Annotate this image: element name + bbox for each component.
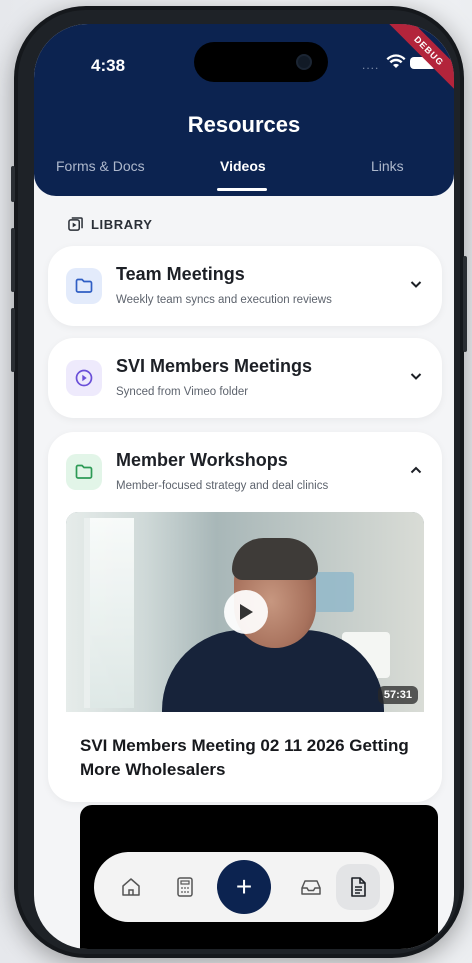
chevron-down-icon[interactable] [408,276,424,292]
folder-card-member-workshops[interactable]: Member Workshops Member-focused strategy… [48,432,442,802]
folder-card-team-meetings[interactable]: Team Meetings Weekly team syncs and exec… [48,246,442,326]
play-icon [240,604,253,620]
window-blinds [84,518,134,708]
document-icon[interactable] [347,876,369,898]
mute-switch [11,166,15,202]
app-header: 4:38 .... DEBUG Resources Forms & Docs V… [34,24,454,196]
dynamic-island [194,42,328,82]
folder-card-svi-members-meetings[interactable]: SVI Members Meetings Synced from Vimeo f… [48,338,442,418]
tab-videos[interactable]: Videos [220,158,266,174]
tab-forms-docs[interactable]: Forms & Docs [56,158,145,174]
phone-frame: 4:38 .... DEBUG Resources Forms & Docs V… [11,6,467,958]
bottom-nav-bar: + [94,852,394,922]
folder-subtitle: Synced from Vimeo folder [116,386,249,398]
folder-subtitle: Weekly team syncs and execution reviews [116,294,332,306]
add-icon: + [235,871,253,902]
play-circle-icon [66,360,102,396]
video-thumbnail[interactable]: 57:31 [66,512,424,712]
folder-title: Team Meetings [116,264,245,284]
power-button [463,256,467,352]
play-button[interactable] [224,590,268,634]
folder-icon [66,268,102,304]
page-title: Resources [187,112,301,137]
home-icon[interactable] [120,876,142,898]
status-time: 4:38 [91,56,126,75]
video-title: SVI Members Meeting 02 11 2026 Getting M… [80,736,409,779]
video-library-icon [68,217,83,231]
app-screen: 4:38 .... DEBUG Resources Forms & Docs V… [34,24,454,949]
library-label-text: LIBRARY [91,217,153,232]
active-tab-indicator [217,188,267,191]
inbox-icon[interactable] [300,876,322,898]
folder-icon [66,454,102,490]
chevron-up-icon[interactable] [408,462,424,478]
chevron-down-icon[interactable] [408,368,424,384]
video-duration: 57:31 [377,686,418,704]
folder-subtitle: Member-focused strategy and deal clinics [116,480,329,492]
wifi-icon [386,54,406,68]
video-card-info[interactable]: SVI Members Meeting 02 11 2026 Getting M… [66,712,424,788]
signal-icon: .... [362,58,380,72]
calculator-icon[interactable] [174,876,196,898]
tab-links[interactable]: Links [371,158,404,174]
volume-up-button [11,228,15,292]
volume-down-button [11,308,15,372]
add-button[interactable]: + [217,860,271,914]
folder-title: Member Workshops [116,450,288,470]
library-section-label: LIBRARY [68,217,153,232]
folder-title: SVI Members Meetings [116,356,313,376]
